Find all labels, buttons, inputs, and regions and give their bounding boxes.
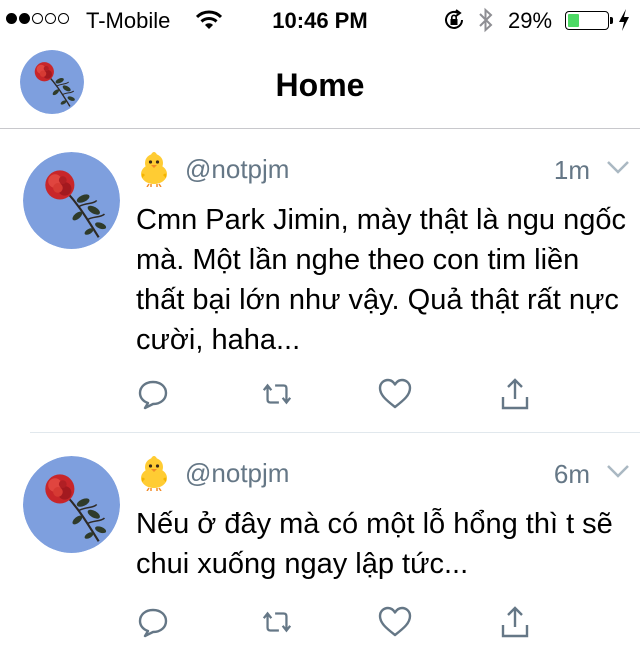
battery-icon bbox=[565, 11, 609, 30]
nav-bar: Home bbox=[0, 40, 640, 129]
tweet-actions bbox=[136, 605, 556, 641]
like-icon[interactable] bbox=[378, 605, 412, 639]
share-icon[interactable] bbox=[498, 605, 532, 639]
rotation-lock-icon bbox=[442, 8, 466, 38]
charging-bolt-icon bbox=[617, 8, 631, 38]
tweet-handle[interactable]: @notpjm bbox=[185, 154, 289, 185]
tweet-text: Cmn Park Jimin, mày thật là ngu ngốc mà.… bbox=[136, 204, 626, 356]
chick-emoji-icon bbox=[136, 151, 172, 188]
tweet[interactable]: @notpjm 6m Nếu ở đây mà có một lỗ hổng t… bbox=[0, 433, 640, 659]
battery-percent: 29% bbox=[508, 8, 553, 33]
tweet[interactable]: @notpjm 1m Cmn Park Jimin, mày thật là n… bbox=[0, 129, 640, 432]
tweet-header: @notpjm 1m bbox=[136, 151, 640, 191]
tweet-avatar[interactable] bbox=[23, 456, 120, 553]
retweet-icon[interactable] bbox=[260, 605, 294, 639]
tweet-text: Nếu ở đây mà có một lỗ hổng thì t sẽ chu… bbox=[136, 508, 613, 580]
tweet-avatar[interactable] bbox=[23, 152, 120, 249]
tweet-handle[interactable]: @notpjm bbox=[185, 458, 289, 489]
status-bar: T-Mobile 10:46 PM 29% bbox=[0, 0, 640, 40]
tweet-time: 6m bbox=[553, 459, 590, 489]
chick-emoji-icon bbox=[136, 455, 172, 492]
share-icon[interactable] bbox=[498, 377, 532, 411]
tweet-time: 1m bbox=[553, 155, 590, 185]
tweet-actions bbox=[136, 377, 556, 413]
reply-icon[interactable] bbox=[136, 605, 170, 639]
like-icon[interactable] bbox=[378, 377, 412, 411]
reply-icon[interactable] bbox=[136, 377, 170, 411]
battery-tip bbox=[610, 17, 613, 24]
chevron-down-icon[interactable] bbox=[606, 159, 630, 180]
tweet-header: @notpjm 6m bbox=[136, 455, 640, 495]
chevron-down-icon[interactable] bbox=[606, 463, 630, 484]
retweet-icon[interactable] bbox=[260, 377, 294, 411]
page-title: Home bbox=[275, 67, 365, 103]
bluetooth-icon bbox=[477, 6, 495, 40]
